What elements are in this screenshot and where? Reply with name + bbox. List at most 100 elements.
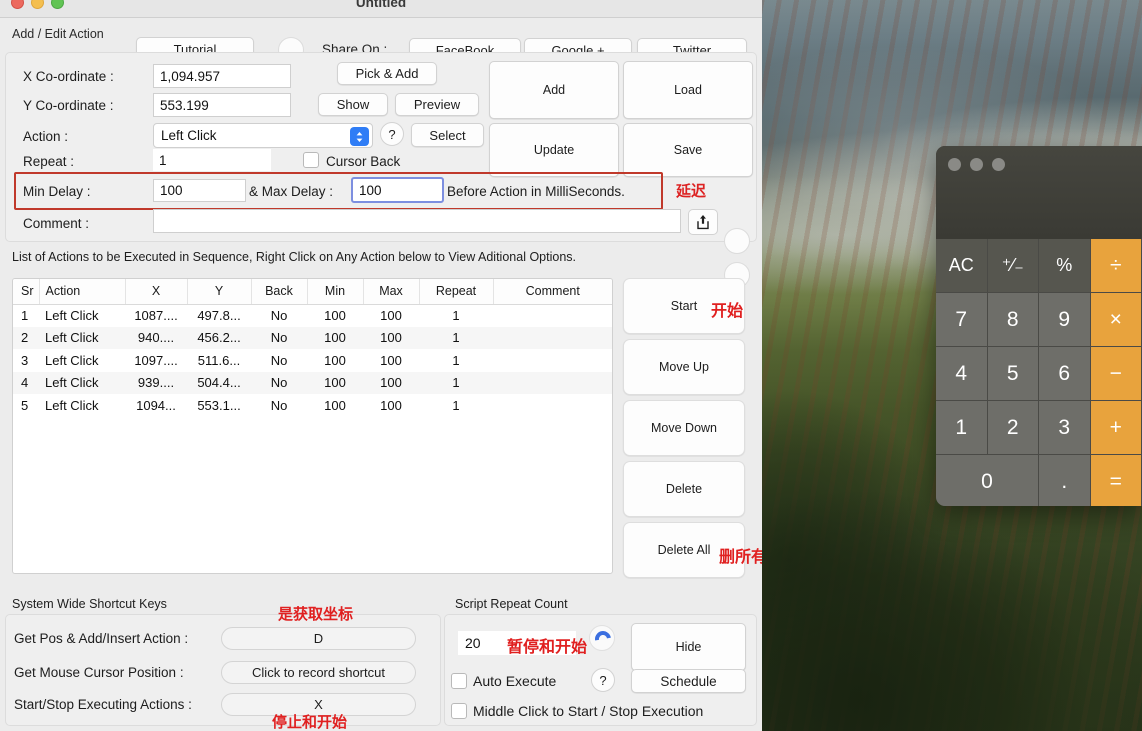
column-header-y[interactable]: Y (187, 279, 251, 304)
middle-click-checkbox[interactable] (451, 703, 467, 719)
cell-min: 100 (307, 349, 363, 372)
column-header-min[interactable]: Min (307, 279, 363, 304)
table-header-row: Sr Action X Y Back Min Max Repeat Commen… (13, 279, 612, 304)
column-header-action[interactable]: Action (39, 279, 125, 304)
share-export-icon[interactable] (688, 209, 718, 235)
auto-execute-checkbox[interactable] (451, 673, 467, 689)
calculator-close-icon[interactable] (948, 158, 961, 171)
auto-execute-help-button[interactable]: ? (591, 668, 615, 692)
window-title: Untitled (0, 0, 762, 10)
shortcuts-panel: Get Pos & Add/Insert Action : D Get Mous… (5, 614, 441, 726)
calculator-key-decimal[interactable]: . (1039, 455, 1091, 506)
calculator-key-6[interactable]: 6 (1039, 347, 1091, 401)
select-button[interactable]: Select (411, 123, 484, 147)
auto-clicker-window: Untitled Add / Edit Action Tutorial Shar… (0, 0, 762, 731)
calculator-key-percent[interactable]: % (1039, 239, 1091, 293)
calculator-key-5[interactable]: 5 (988, 347, 1040, 401)
calculator-key-ac[interactable]: AC (936, 239, 988, 293)
y-coordinate-input[interactable]: 553.199 (153, 93, 291, 117)
cell-y: 511.6... (187, 349, 251, 372)
calculator-key-2[interactable]: 2 (988, 401, 1040, 455)
pause-start-annotation-text: 暂停和开始 (507, 633, 587, 657)
column-header-sr[interactable]: Sr (13, 279, 39, 304)
table-row[interactable]: 2 Left Click 940.... 456.2... No 100 100… (13, 327, 612, 350)
calculator-key-4[interactable]: 4 (936, 347, 988, 401)
cell-comment (493, 372, 612, 395)
comment-label: Comment : (23, 216, 89, 231)
calculator-key-minus[interactable]: − (1091, 347, 1142, 401)
delay-round-button[interactable] (724, 228, 750, 254)
cell-y: 553.1... (187, 394, 251, 417)
chevron-updown-icon[interactable] (350, 127, 369, 146)
calculator-key-plus[interactable]: + (1091, 401, 1142, 455)
calculator-key-7[interactable]: 7 (936, 293, 988, 347)
calculator-key-divide[interactable]: ÷ (1091, 239, 1142, 293)
pick-and-add-button[interactable]: Pick & Add (337, 62, 437, 85)
delete-button[interactable]: Delete (623, 461, 745, 517)
calculator-key-equals[interactable]: = (1091, 455, 1142, 506)
table-row[interactable]: 1 Left Click 1087.... 497.8... No 100 10… (13, 304, 612, 327)
calculator-key-signflip[interactable]: ⁺⁄₋ (988, 239, 1040, 293)
cell-comment (493, 394, 612, 417)
cursor-back-checkbox[interactable] (303, 152, 319, 168)
repeat-count-panel: 20 暂停和开始 Hide Auto Execute ? Schedule Mi… (444, 614, 757, 726)
repeat-input[interactable]: 1 (153, 149, 271, 171)
table-row[interactable]: 3 Left Click 1097.... 511.6... No 100 10… (13, 349, 612, 372)
cell-repeat: 1 (419, 304, 493, 327)
action-select-value: Left Click (161, 128, 217, 143)
schedule-button[interactable]: Schedule (631, 669, 746, 693)
cell-y: 456.2... (187, 327, 251, 350)
column-header-max[interactable]: Max (363, 279, 419, 304)
calculator-window: AC ⁺⁄₋ % ÷ 7 8 9 × 4 5 6 − 1 2 3 + 0 . = (936, 146, 1142, 506)
progress-spinner-icon[interactable] (589, 625, 615, 651)
calculator-key-3[interactable]: 3 (1039, 401, 1091, 455)
action-select[interactable]: Left Click (153, 123, 373, 148)
calculator-key-multiply[interactable]: × (1091, 293, 1142, 347)
cell-action: Left Click (39, 394, 125, 417)
cell-max: 100 (363, 327, 419, 350)
calculator-titlebar (936, 146, 1142, 239)
cell-back: No (251, 372, 307, 395)
column-header-back[interactable]: Back (251, 279, 307, 304)
load-button[interactable]: Load (623, 61, 753, 119)
calculator-zoom-icon[interactable] (992, 158, 1005, 171)
middle-click-label: Middle Click to Start / Stop Execution (473, 703, 703, 719)
get-pos-shortcut-field[interactable]: D (221, 627, 416, 650)
cell-x: 1094... (125, 394, 187, 417)
action-help-button[interactable]: ? (380, 122, 404, 146)
preview-button[interactable]: Preview (395, 93, 479, 116)
cell-back: No (251, 327, 307, 350)
calculator-key-0[interactable]: 0 (936, 455, 1039, 506)
comment-input[interactable] (153, 209, 681, 233)
delete-all-annotation-text: 删所有 (719, 543, 762, 567)
x-coordinate-label: X Co-ordinate : (23, 69, 114, 84)
cell-comment (493, 327, 612, 350)
delay-row-annotation-box (14, 172, 663, 210)
calculator-key-9[interactable]: 9 (1039, 293, 1091, 347)
repeat-count-title: Script Repeat Count (455, 597, 568, 611)
table-row[interactable]: 4 Left Click 939.... 504.4... No 100 100… (13, 372, 612, 395)
column-header-comment[interactable]: Comment (493, 279, 612, 304)
column-header-repeat[interactable]: Repeat (419, 279, 493, 304)
calculator-minimize-icon[interactable] (970, 158, 983, 171)
update-button[interactable]: Update (489, 123, 619, 177)
cursor-pos-shortcut-field[interactable]: Click to record shortcut (221, 661, 416, 684)
move-down-button[interactable]: Move Down (623, 400, 745, 456)
calculator-key-8[interactable]: 8 (988, 293, 1040, 347)
start-annotation-text: 开始 (711, 297, 743, 321)
move-up-button[interactable]: Move Up (623, 339, 745, 395)
list-hint-text: List of Actions to be Executed in Sequen… (12, 250, 576, 264)
save-button[interactable]: Save (623, 123, 753, 177)
x-coordinate-input[interactable]: 1,094.957 (153, 64, 291, 88)
actions-table[interactable]: Sr Action X Y Back Min Max Repeat Commen… (12, 278, 613, 574)
column-header-x[interactable]: X (125, 279, 187, 304)
hide-button[interactable]: Hide (631, 623, 746, 671)
calculator-key-1[interactable]: 1 (936, 401, 988, 455)
show-button[interactable]: Show (318, 93, 388, 116)
table-row[interactable]: 5 Left Click 1094... 553.1... No 100 100… (13, 394, 612, 417)
cell-sr: 4 (13, 372, 39, 395)
calculator-keypad: AC ⁺⁄₋ % ÷ 7 8 9 × 4 5 6 − 1 2 3 + 0 . = (936, 239, 1142, 506)
start-stop-label: Start/Stop Executing Actions : (14, 697, 192, 712)
add-button[interactable]: Add (489, 61, 619, 119)
cell-x: 940.... (125, 327, 187, 350)
